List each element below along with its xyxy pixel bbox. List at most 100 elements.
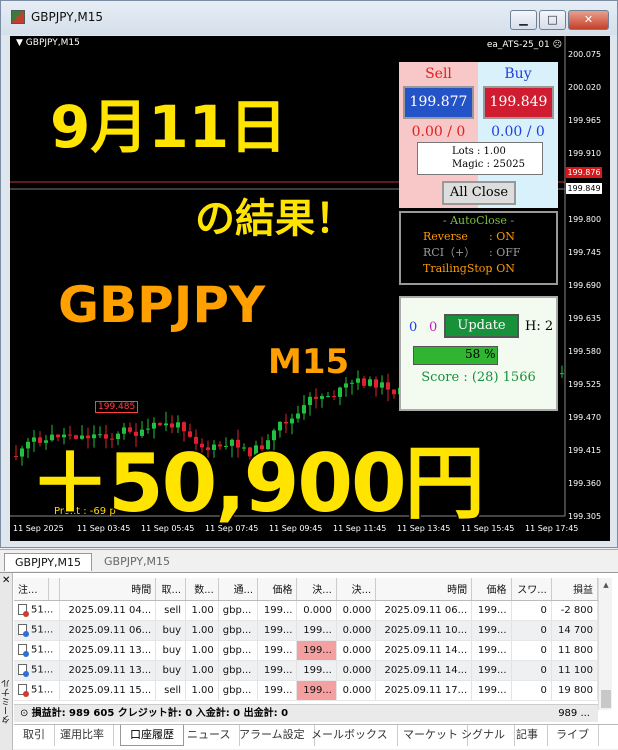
terminal-close-icon[interactable]: ✕ — [2, 575, 10, 586]
chart-tab[interactable]: GBPJPY,M15 — [94, 553, 180, 571]
cell-open-time: 2025.09.11 04... — [59, 600, 157, 621]
close-button[interactable]: ✕ — [568, 10, 609, 30]
scroll-thumb[interactable] — [601, 690, 611, 708]
cell-sym: gbp... — [218, 680, 259, 701]
price-tick: 199.635 — [568, 314, 602, 323]
autoclose-row: RCI（+）: OFF — [401, 245, 556, 261]
column-header[interactable]: 取... — [155, 578, 187, 601]
cell-price: 199... — [257, 680, 298, 701]
table-scrollbar[interactable]: ▲ — [598, 578, 612, 710]
cell-side: buy — [155, 620, 187, 641]
order-cell: 51... — [14, 640, 61, 661]
cell-close-time: 2025.09.11 06... — [375, 600, 473, 621]
magic-value: Magic : 25025 — [452, 159, 525, 170]
cell-side: sell — [155, 600, 187, 621]
cell-swap: 0 — [511, 660, 552, 681]
autoclose-panel: - AutoClose - Reverse: ON RCI（+）: OFF Trai… — [399, 211, 558, 285]
cell-vol: 1.00 — [185, 660, 219, 681]
column-header[interactable]: 価格 — [471, 578, 512, 601]
terminal-tab[interactable]: 取引 — [14, 725, 55, 746]
price-label-box: 199.485 — [95, 401, 139, 413]
cell-sym: gbp... — [218, 620, 259, 641]
cell-sl: 199... — [296, 660, 337, 681]
column-header[interactable] — [48, 578, 61, 601]
sell-button[interactable]: 199.877 — [403, 86, 474, 119]
title-bar[interactable]: GBPJPY,M15 ▁ □ ✕ — [1, 1, 617, 35]
table-row[interactable]: 51... 2025.09.11 13... buy 1.00 gbp... 199...… — [14, 660, 599, 681]
column-header[interactable]: 損益 — [551, 578, 599, 601]
update-button[interactable]: Update — [444, 314, 519, 338]
column-header[interactable]: 決... — [296, 578, 337, 601]
price-chart[interactable]: ▼ GBPJPY,M15 ea_ATS-25_01 ☹ 200.075 200.0… — [10, 36, 610, 541]
table-row[interactable]: 51... 2025.09.11 13... buy 1.00 gbp... 199...… — [14, 640, 599, 661]
column-header[interactable]: 通... — [218, 578, 259, 601]
all-close-button[interactable]: All Close — [442, 181, 516, 205]
buy-title: Buy — [504, 66, 532, 82]
overlay-pair: GBPJPY — [56, 275, 266, 336]
cell-close-time: 2025.09.11 17... — [375, 680, 473, 701]
window-title: GBPJPY,M15 — [31, 10, 104, 24]
column-header[interactable]: 時間 — [59, 578, 157, 601]
maximize-button[interactable]: □ — [539, 10, 566, 30]
cell-sl: 199... — [296, 680, 337, 701]
minimize-button[interactable]: ▁ — [510, 10, 537, 30]
cell-swap: 0 — [511, 680, 552, 701]
cell-open-time: 2025.09.11 13... — [59, 640, 157, 661]
column-header[interactable]: 注... — [14, 578, 50, 601]
terminal-tabs: 取引 運用比率 口座履歴 ニュース アラーム設定 メールボックス マーケット シグナル 記事 ライ… — [14, 724, 618, 746]
autoclose-value: : ON — [489, 262, 515, 275]
candle-body — [392, 389, 396, 395]
scroll-up-icon[interactable]: ▲ — [599, 578, 613, 592]
cell-close-price: 199... — [471, 600, 512, 621]
cell-price: 199... — [257, 660, 298, 681]
terminal-tab[interactable]: シグナル — [452, 725, 515, 746]
cell-sym: gbp... — [218, 640, 259, 661]
price-tick: 199.690 — [568, 281, 602, 290]
column-header[interactable]: 時間 — [375, 578, 473, 601]
cell-profit: 11 100 — [551, 660, 599, 681]
terminal-tab[interactable]: 運用比率 — [51, 725, 114, 746]
table-row[interactable]: 51... 2025.09.11 15... sell 1.00 gbp... 199..… — [14, 680, 599, 701]
order-icon — [18, 624, 29, 638]
column-header[interactable]: スワ... — [511, 578, 552, 601]
price-tick: 199.470 — [568, 413, 602, 422]
buy-button[interactable]: 199.849 — [483, 86, 554, 119]
price-tick: 199.745 — [568, 248, 602, 257]
cell-price: 199... — [257, 600, 298, 621]
chart-tab-active[interactable]: GBPJPY,M15 — [4, 553, 93, 571]
sell-price-tag: 199.876 — [566, 167, 602, 178]
score-text: Score : (28) 1566 — [421, 370, 536, 385]
cell-close-price: 199... — [471, 620, 512, 641]
table-row[interactable]: 51... 2025.09.11 06... buy 1.00 gbp... 199...… — [14, 620, 599, 641]
price-tick: 199.800 — [568, 215, 602, 224]
column-header[interactable]: 決... — [336, 578, 377, 601]
terminal-tab[interactable]: ライブ — [547, 725, 599, 746]
column-header[interactable]: 価格 — [257, 578, 298, 601]
cell-close-time: 2025.09.11 14... — [375, 660, 473, 681]
autoclose-key: TrailingStop — [423, 262, 493, 275]
cell-sl: 199... — [296, 640, 337, 661]
price-tick: 199.360 — [568, 479, 602, 488]
candle-body — [380, 382, 384, 388]
candle-body — [362, 378, 366, 386]
terminal-tab[interactable]: 口座履歴 — [120, 725, 184, 746]
cell-swap: 0 — [511, 600, 552, 621]
autoclose-key: RCI（+） — [423, 246, 476, 259]
candle-body — [332, 396, 336, 398]
progress-text: 58 % — [465, 347, 496, 361]
autoclose-row: TrailingStop: ON — [401, 261, 556, 277]
column-header[interactable]: 数... — [185, 578, 219, 601]
cell-tp: 0.000 — [336, 600, 377, 621]
terminal-tab[interactable]: メールボックス — [302, 725, 398, 746]
candle-body — [320, 396, 324, 399]
order-icon — [18, 644, 29, 658]
cell-close-price: 199... — [471, 640, 512, 661]
summary-row: ⊙ 損益計: 989 605 クレジット計: 0 入金計: 0 出金計: 0 9… — [14, 704, 598, 722]
cell-vol: 1.00 — [185, 640, 219, 661]
terminal-label: ターミナル — [2, 679, 12, 724]
price-tick: 199.910 — [568, 149, 602, 158]
summary-icon: ⊙ — [20, 708, 29, 719]
table-row[interactable]: 51... 2025.09.11 04... sell 1.00 gbp... 199..… — [14, 600, 599, 621]
candle-body — [368, 379, 372, 386]
terminal-tab[interactable]: 記事 — [507, 725, 548, 746]
